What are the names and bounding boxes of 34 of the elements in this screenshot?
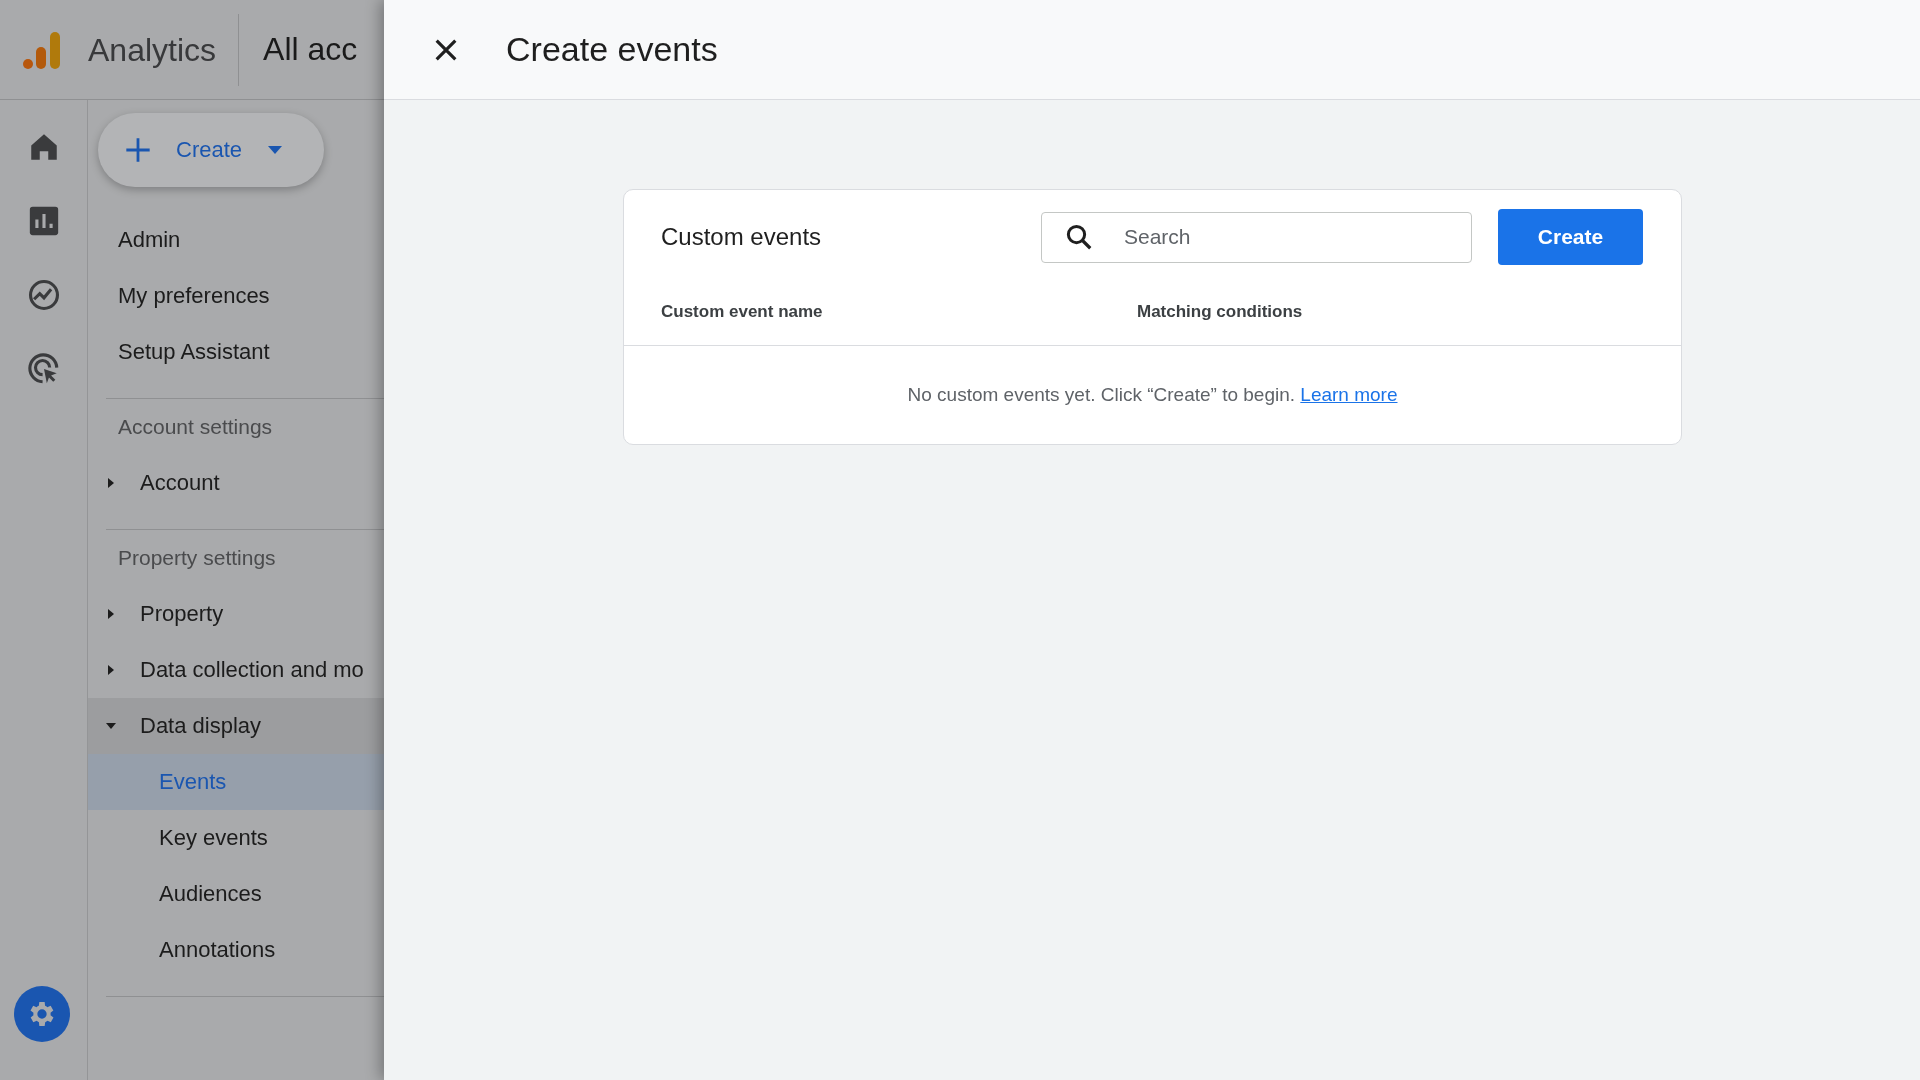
target-cursor-icon[interactable] xyxy=(26,352,61,386)
column-header: Custom event name xyxy=(661,301,824,322)
section-title: Account settings xyxy=(117,414,274,440)
search-field[interactable]: Search xyxy=(1041,211,1472,263)
product-name: Analytics xyxy=(88,13,240,86)
nav-group[interactable]: Data collection and mo xyxy=(88,642,384,698)
plus-icon xyxy=(124,136,152,164)
nav-item[interactable]: Audiences xyxy=(88,866,384,922)
search-icon xyxy=(1064,222,1094,252)
card-title: Custom events xyxy=(661,223,823,251)
column-header: Matching conditions xyxy=(1137,301,1304,322)
settings-button[interactable] xyxy=(14,986,70,1042)
nav-group-label: Property xyxy=(140,601,224,627)
account-picker[interactable]: All acc xyxy=(263,31,358,68)
create-button[interactable]: Create xyxy=(1498,209,1643,265)
nav-item[interactable]: Admin xyxy=(88,212,384,268)
section-title: Property settings xyxy=(117,545,277,571)
nav-group-label: Data display xyxy=(140,713,262,739)
trend-chart-icon[interactable] xyxy=(26,278,61,312)
nav-group-label: Account xyxy=(140,470,220,496)
empty-message: No custom events yet. Click “Create” to begin. Learn more xyxy=(907,384,1398,406)
nav-item[interactable]: Annotations xyxy=(88,922,384,978)
nav-item[interactable]: Setup Assistant xyxy=(88,324,384,380)
caret-icon xyxy=(266,144,285,156)
panel-title: Create events xyxy=(506,30,718,69)
logo-icon xyxy=(22,29,62,70)
nav-group-label: Data collection and mo xyxy=(140,657,364,683)
nav-item[interactable]: Key events xyxy=(88,810,384,866)
search-input[interactable]: Search xyxy=(1122,224,1471,250)
learn-more-link[interactable]: Learn more xyxy=(1300,384,1398,405)
nav-group[interactable]: Account xyxy=(88,455,384,511)
nav-group[interactable]: Property xyxy=(88,586,384,642)
nav-group[interactable]: Data display xyxy=(88,698,384,754)
nav-item[interactable]: My preferences xyxy=(88,268,384,324)
